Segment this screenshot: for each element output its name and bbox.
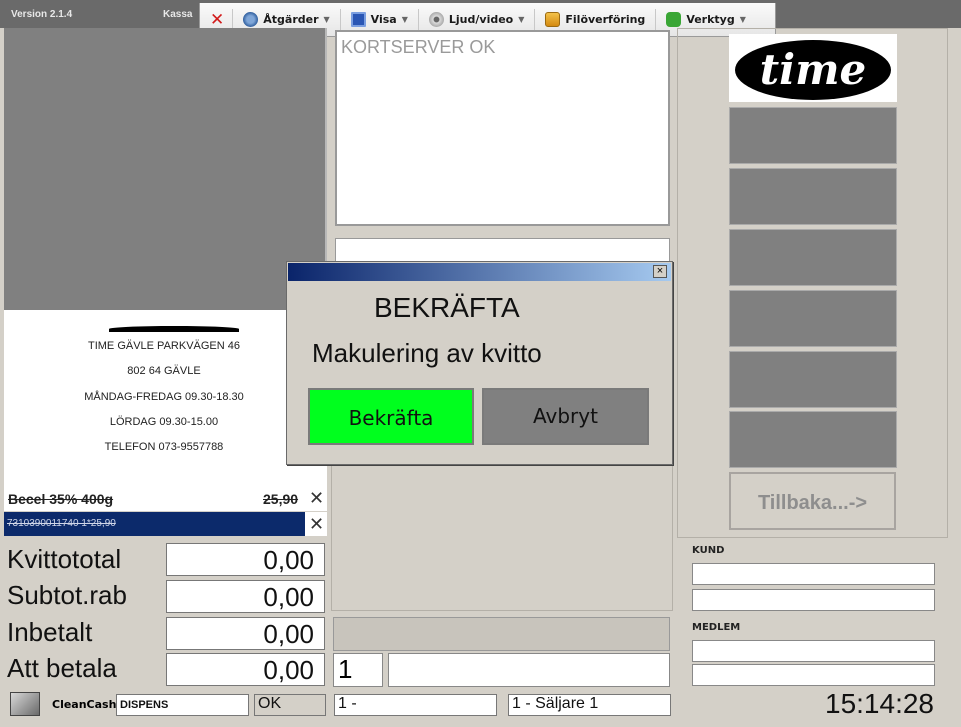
seller-status: 1 - Säljare 1 [508,694,671,716]
cleancash-label: CleanCash: [52,698,121,711]
logo-text: time [760,45,867,94]
confirm-button[interactable]: Bekräfta [308,388,474,445]
window-title: Kassa [163,9,193,20]
menu-label: Visa [370,13,397,26]
item-price: 25,90 [263,491,299,507]
function-button-6[interactable] [729,411,897,468]
folder-transfer-icon [545,12,561,27]
monitor-icon [350,12,366,27]
item-detail: 7310390011740 1*25,90 [4,512,305,536]
register-status: 1 - [334,694,497,716]
total-label-subtot: Subtot.rab [7,580,127,610]
medlem-label: MEDLEM [692,622,741,633]
menu-label: Ljud/video [448,13,514,26]
function-button-1[interactable] [729,107,897,164]
time-logo: time [729,34,897,102]
receipt-item-detail-row[interactable]: 7310390011740 1*25,90 ✕ [4,512,327,536]
medlem-field-2[interactable] [692,664,935,686]
dialog-close-icon[interactable]: × [653,265,667,278]
kund-field-1[interactable] [692,563,935,585]
menu-filoverforing[interactable]: Filöverföring [535,8,657,31]
total-value-kvittototal: 0,00 [166,543,325,576]
gear-icon [243,12,259,27]
menu-label: Filöverföring [565,13,646,26]
receipt-logo [109,326,239,332]
medlem-field-1[interactable] [692,640,935,662]
ok-status: OK [254,694,326,716]
total-value-subtot: 0,00 [166,580,325,613]
cleancash-status: DISPENS [116,694,249,716]
dialog-title: BEKRÄFTA [374,292,520,323]
info-bar [333,617,670,651]
menu-ljud-video[interactable]: Ljud/video ▼ [419,8,536,31]
receipt-line: 802 64 GÄVLE [127,365,201,377]
receipt-item-row[interactable]: Becel 35% 400g 25,90 ✕ [4,487,327,511]
menu-label: Åtgärder [263,13,319,26]
item-name: Becel 35% 400g [8,491,114,507]
total-value-att-betala: 0,00 [166,653,325,686]
function-button-5[interactable] [729,351,897,408]
puzzle-icon [666,12,682,27]
back-button[interactable]: Tillbaka...-> [729,472,896,530]
receipt-line: LÖRDAG 09.30-15.00 [109,416,219,428]
dialog-message: Makulering av kvitto [312,338,542,368]
menu-label: Verktyg [686,13,735,26]
clock: 15:14:28 [825,688,934,719]
total-label-inbetalt: Inbetalt [7,617,93,647]
total-value-inbetalt: 0,00 [166,617,325,650]
menu-visa[interactable]: Visa ▼ [341,8,419,31]
quantity-field[interactable]: 1 [333,653,383,687]
status-bar: CleanCash: DISPENS OK 1 - 1 - Säljare 1 … [0,688,961,727]
cancel-button[interactable]: Avbryt [482,388,649,445]
total-label-att-betala: Att betala [7,653,117,683]
receipt-line: MÅNDAG-FREDAG 09.30-18.30 [84,391,244,403]
function-button-4[interactable] [729,290,897,347]
function-button-2[interactable] [729,168,897,225]
customer-display-area [4,28,327,310]
receipt-line: TELEFON 073-9557788 [104,441,224,453]
message-text: KORTSERVER OK [341,37,496,57]
remove-item-icon[interactable]: ✕ [309,488,324,509]
remove-detail-icon[interactable]: ✕ [309,514,324,535]
function-button-3[interactable] [729,229,897,286]
dialog-titlebar: × [288,263,671,281]
version-label: Version 2.1.4 [11,9,73,20]
kund-label: KUND [692,545,725,556]
receipt-line: TIME GÄVLE PARKVÄGEN 46 [87,340,240,352]
total-label-kvittototal: Kvittototal [7,544,122,574]
confirm-dialog: × BEKRÄFTA Makulering av kvitto Bekräfta… [286,261,673,465]
webcam-icon [428,12,444,27]
cleancash-icon [10,692,40,716]
message-display: KORTSERVER OK [335,30,670,226]
kund-field-2[interactable] [692,589,935,611]
receipt-preview: TIME GÄVLE PARKVÄGEN 46 802 64 GÄVLE MÅN… [4,310,327,510]
article-input[interactable] [388,653,670,687]
